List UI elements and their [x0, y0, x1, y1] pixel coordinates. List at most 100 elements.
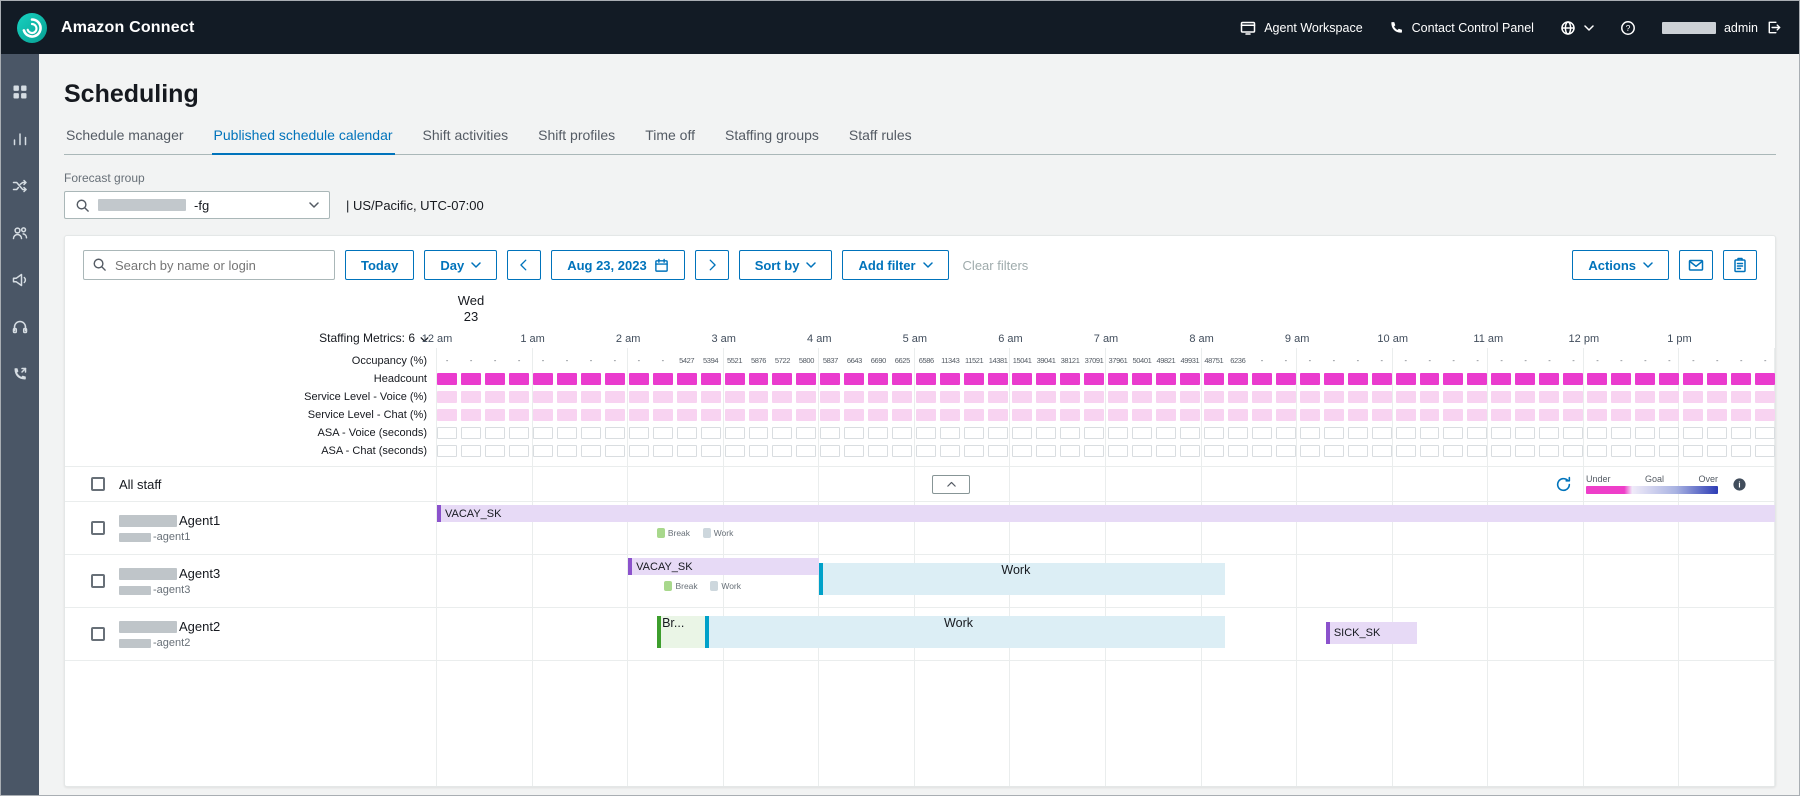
metric-cell — [1563, 391, 1583, 403]
message-button[interactable] — [1679, 250, 1713, 280]
metric-cell — [725, 427, 745, 439]
metric-cell — [1635, 409, 1655, 421]
metric-cell — [772, 427, 792, 439]
hour-label: 9 am — [1285, 333, 1309, 345]
help-button[interactable]: ? — [1620, 20, 1636, 36]
activity-chip-break: Break — [664, 580, 697, 591]
clear-filters-link[interactable]: Clear filters — [963, 258, 1029, 273]
envelope-icon — [1688, 257, 1704, 273]
staffing-metrics-toggle[interactable]: Staffing Metrics: 6 — [65, 326, 437, 348]
metric-cell — [964, 409, 984, 421]
tab-schedule-manager[interactable]: Schedule manager — [64, 127, 186, 154]
clipboard-icon — [1732, 257, 1748, 273]
copy-schedule-button[interactable] — [1723, 250, 1757, 280]
sidebar-item-outbound-call[interactable] — [10, 364, 30, 384]
metric-cell — [892, 445, 912, 457]
metric-cell — [1491, 427, 1511, 439]
sort-by-button[interactable]: Sort by — [739, 250, 833, 280]
schedule-bar-vacay-sk[interactable]: VACAY_SK — [437, 505, 1775, 522]
all-staff-checkbox[interactable] — [91, 477, 105, 491]
collapse-metrics-button[interactable] — [932, 475, 970, 494]
metric-value: 11343 — [940, 354, 960, 368]
schedule-bar-work[interactable]: Work — [819, 563, 1225, 595]
schedule-bar-vacay-sk[interactable]: VACAY_SK — [628, 558, 819, 575]
sidebar-item-users[interactable] — [10, 223, 30, 243]
metric-value: 6586 — [916, 354, 936, 368]
metric-cell — [1539, 373, 1559, 385]
search-input[interactable] — [83, 250, 335, 280]
agent-login: -agent2 — [119, 637, 220, 649]
metric-cell — [1539, 445, 1559, 457]
metric-cell — [1635, 445, 1655, 457]
refresh-button[interactable] — [1555, 476, 1572, 493]
schedule-bar-work[interactable]: Work — [705, 616, 1226, 648]
metric-cell — [1563, 427, 1583, 439]
agent-checkbox[interactable] — [91, 521, 105, 535]
metric-cell — [772, 391, 792, 403]
caret-down-icon — [471, 262, 481, 268]
metric-cell — [1036, 391, 1056, 403]
metric-cell — [1467, 409, 1487, 421]
metric-cell — [1348, 391, 1368, 403]
search-icon — [75, 198, 90, 213]
tab-shift-profiles[interactable]: Shift profiles — [536, 127, 617, 154]
metric-value: 5800 — [796, 354, 816, 368]
forecast-group-select[interactable]: -fg — [64, 191, 330, 219]
metric-cell — [1755, 409, 1775, 421]
language-selector[interactable] — [1560, 20, 1594, 36]
svg-text:?: ? — [1626, 23, 1631, 33]
metric-cell — [701, 427, 721, 439]
sidebar-item-channels[interactable] — [10, 270, 30, 290]
metric-cell — [1707, 427, 1727, 439]
prev-day-button[interactable] — [507, 250, 541, 280]
metric-cell — [1635, 427, 1655, 439]
contact-control-panel-link[interactable]: Contact Control Panel — [1389, 20, 1534, 35]
sidebar-item-dashboard[interactable] — [10, 82, 30, 102]
svg-text:i: i — [1738, 480, 1740, 489]
next-day-button[interactable] — [695, 250, 729, 280]
metric-label: Service Level - Voice (%) — [65, 391, 437, 403]
metric-cell — [1252, 409, 1272, 421]
amazon-connect-logo[interactable] — [15, 11, 49, 45]
add-filter-button[interactable]: Add filter — [842, 250, 948, 280]
tab-time-off[interactable]: Time off — [643, 127, 697, 154]
metric-value: 49931 — [1180, 354, 1200, 368]
metric-cell — [1060, 445, 1080, 457]
view-select[interactable]: Day — [424, 250, 497, 280]
metric-cell — [629, 391, 649, 403]
agent-checkbox[interactable] — [91, 574, 105, 588]
agent-workspace-link[interactable]: Agent Workspace — [1240, 20, 1362, 36]
metric-cell — [940, 391, 960, 403]
sidebar-item-routing[interactable] — [10, 176, 30, 196]
search-icon — [92, 257, 107, 272]
metric-cell — [964, 373, 984, 385]
metric-cell — [557, 445, 577, 457]
metric-cell — [1372, 409, 1392, 421]
tab-staffing-groups[interactable]: Staffing groups — [723, 127, 821, 154]
metric-cell — [1611, 409, 1631, 421]
sidebar-item-metrics[interactable] — [10, 129, 30, 149]
metric-cell — [1467, 391, 1487, 403]
metric-cell — [1372, 445, 1392, 457]
actions-button[interactable]: Actions — [1572, 250, 1669, 280]
tab-shift-activities[interactable]: Shift activities — [421, 127, 511, 154]
user-menu[interactable]: admin — [1662, 20, 1781, 35]
metric-cell — [1300, 373, 1320, 385]
sidebar-item-headset[interactable] — [10, 317, 30, 337]
chevron-up-icon — [945, 478, 958, 491]
chevron-left-icon — [517, 258, 531, 272]
metric-cell — [1420, 409, 1440, 421]
date-picker-button[interactable]: Aug 23, 2023 — [551, 250, 685, 280]
metric-row-service-level-voice: Service Level - Voice (%) — [65, 388, 1775, 406]
tab-published-schedule-calendar[interactable]: Published schedule calendar — [212, 127, 395, 154]
metric-cell — [1515, 391, 1535, 403]
today-button[interactable]: Today — [345, 250, 414, 280]
hour-label: 3 am — [711, 333, 735, 345]
agent-checkbox[interactable] — [91, 627, 105, 641]
ccp-phone-icon — [1389, 20, 1404, 35]
schedule-bar-br[interactable]: Br... — [657, 616, 705, 648]
schedule-bar-sick-sk[interactable]: SICK_SK — [1326, 622, 1417, 644]
tab-staff-rules[interactable]: Staff rules — [847, 127, 914, 154]
metric-value: 37091 — [1084, 354, 1104, 368]
info-icon[interactable]: i — [1732, 477, 1747, 492]
